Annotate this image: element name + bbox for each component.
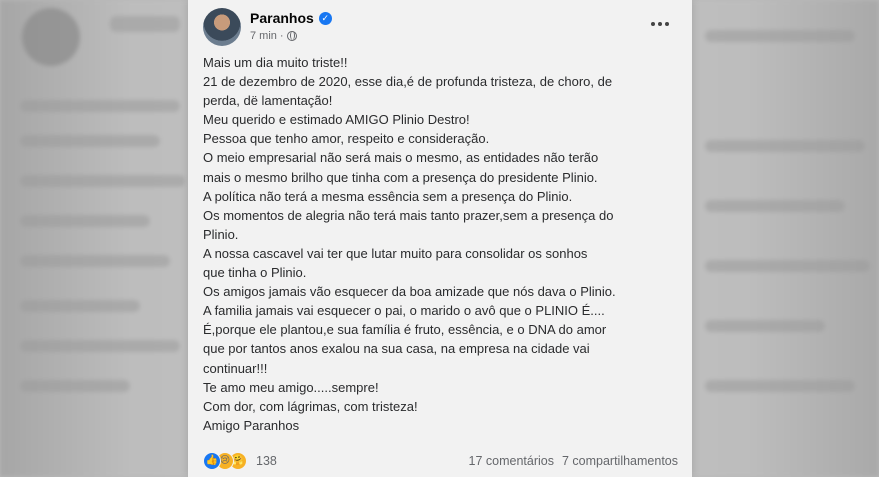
post-text-line: que por tantos anos exalou na sua casa, … — [203, 341, 590, 357]
author-name[interactable]: Paranhos — [250, 10, 314, 26]
more-options-button[interactable] — [648, 16, 672, 32]
post-text-line: O meio empresarial não será mais o mesmo… — [203, 150, 599, 166]
post-text-line: Os momentos de alegria não terá mais tan… — [203, 207, 614, 223]
post-header: Paranhos ✓ 7 min · — [203, 8, 680, 46]
post-text-line: que tinha o Plinio. — [203, 265, 307, 281]
post-text-line: continuar!!! — [203, 360, 268, 376]
meta-separator: · — [279, 30, 284, 42]
globe-icon — [286, 31, 297, 41]
shares-count-link[interactable]: 7 compartilhamentos — [562, 454, 678, 468]
post-text-line: Meu querido e estimado AMIGO Plinio Dest… — [203, 112, 470, 128]
comments-count-link[interactable]: 17 comentários — [469, 454, 554, 468]
post-text-line: Mais um dia muito triste!! — [203, 55, 348, 70]
facebook-post-card: Paranhos ✓ 7 min · Mais um dia muito tri… — [188, 0, 692, 477]
more-options-icon — [651, 22, 655, 26]
post-text-line: A nossa cascavel vai ter que lutar muito… — [203, 245, 588, 261]
post-footer: 👍 😢 🤗 138 17 comentários 7 compartilhame… — [203, 451, 678, 471]
post-text-line: É,porque ele plantou,e sua família é fru… — [203, 322, 607, 338]
post-text-line: perda, dë lamentação! — [203, 93, 333, 109]
post-text-line: 21 de dezembro de 2020, esse dia,é de pr… — [203, 74, 613, 90]
post-text-line: Amigo Paranhos — [203, 417, 300, 433]
post-text-line: Pessoa que tenho amor, respeito e consid… — [203, 131, 490, 147]
like-icon: 👍 — [203, 452, 221, 470]
post-text-line: A familia jamais vai esquecer o pai, o m… — [203, 303, 605, 319]
post-text-line: Os amigos jamais vão esquecer da boa ami… — [203, 284, 616, 300]
post-text-line: Plinio. — [203, 226, 239, 242]
post-body: Mais um dia muito triste!! 21 de dezembro… — [203, 53, 683, 435]
verified-badge-icon: ✓ — [318, 11, 332, 25]
blurred-avatar — [22, 8, 80, 66]
reaction-count[interactable]: 138 — [256, 454, 277, 468]
reaction-icons[interactable]: 👍 😢 🤗 — [203, 452, 247, 470]
post-text-line: Com dor, com lágrimas, com tristeza! — [203, 398, 418, 414]
author-avatar[interactable] — [203, 8, 241, 46]
post-text-line: Te amo meu amigo.....sempre! — [203, 379, 379, 395]
post-text-line: A política não terá a mesma essência sem… — [203, 188, 573, 204]
post-time[interactable]: 7 min — [250, 30, 277, 42]
post-text-line: mais o mesmo brilho que tinha com a pres… — [203, 169, 598, 185]
post-meta: 7 min · — [250, 30, 297, 42]
author-row: Paranhos ✓ — [250, 10, 332, 26]
